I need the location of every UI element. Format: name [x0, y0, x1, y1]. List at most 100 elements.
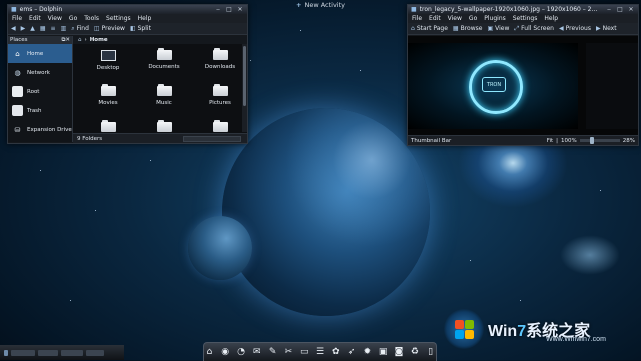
details-view-button[interactable]: ≡	[51, 25, 56, 32]
menu-edit[interactable]: Edit	[29, 15, 41, 22]
grid-icon: ▦	[39, 25, 46, 32]
minimize-icon[interactable]: ‒	[605, 6, 613, 13]
previous-label: Previous	[565, 25, 591, 32]
find-button[interactable]: ⌕ Find	[71, 25, 89, 33]
browse-button[interactable]: ▦ Browse	[453, 25, 483, 32]
full-screen-button[interactable]: ⤢ Full Screen	[514, 25, 554, 33]
star	[250, 60, 251, 61]
split-button[interactable]: ◧ Split	[130, 25, 151, 32]
menu-go[interactable]: Go	[69, 15, 77, 22]
place-network[interactable]: ◍ Network	[8, 63, 72, 82]
menu-help[interactable]: Help	[138, 15, 152, 22]
columns-view-button[interactable]: ▥	[61, 25, 67, 32]
places-header: Places ⧉ ✕	[8, 36, 72, 44]
menu-view[interactable]: View	[48, 15, 62, 22]
menu-settings[interactable]: Settings	[513, 15, 538, 22]
clock-icon[interactable]: ◔	[236, 346, 247, 358]
forward-button[interactable]: ▶	[21, 25, 26, 32]
close-icon[interactable]: ✕	[236, 6, 244, 13]
panel-close-icon[interactable]: ✕	[65, 37, 70, 43]
scrollbar-thumb[interactable]	[243, 46, 246, 106]
fit-button[interactable]: Fit	[547, 138, 553, 144]
thumbnail-bar-toggle[interactable]: Thumbnail Bar	[411, 138, 451, 144]
next-button[interactable]: ▶ Next	[596, 25, 617, 32]
home-icon: ⌂	[411, 25, 415, 32]
place-expansion-drive[interactable]: ⛁ Expansion Drive	[8, 120, 72, 139]
maximize-icon[interactable]: □	[225, 6, 233, 13]
zoom-slider[interactable]	[183, 135, 241, 142]
back-button[interactable]: ◀	[11, 25, 16, 32]
menu-plugins[interactable]: Plugins	[484, 15, 506, 22]
view-button[interactable]: ▣ View	[487, 25, 509, 32]
menu-view[interactable]: View	[448, 15, 462, 22]
bird-icon[interactable]: ➶	[346, 346, 357, 358]
menu-edit[interactable]: Edit	[429, 15, 441, 22]
maximize-icon[interactable]: □	[616, 6, 624, 13]
split-icon: ◧	[129, 25, 136, 32]
home-icon[interactable]: ⌂	[204, 346, 215, 358]
zoom-100-button[interactable]: 100%	[561, 138, 577, 144]
folder-pictures[interactable]: Pictures	[193, 84, 247, 116]
folder-partial[interactable]	[137, 120, 191, 133]
document-icon[interactable]: ▯	[425, 346, 436, 358]
tron-logo: TRON	[482, 77, 506, 92]
menu-help[interactable]: Help	[544, 15, 558, 22]
folder-desktop[interactable]: Desktop	[81, 50, 135, 80]
task-button[interactable]	[11, 349, 35, 356]
folder-app-icon: ■	[11, 6, 17, 13]
terminal-icon[interactable]: ▭	[299, 346, 310, 358]
menu-file[interactable]: File	[412, 15, 422, 22]
chat-icon[interactable]: ✎	[267, 346, 278, 358]
breadcrumb-home[interactable]: Home	[90, 37, 108, 43]
up-button[interactable]: ▲	[30, 25, 35, 32]
menu-file[interactable]: File	[12, 15, 22, 22]
folder-partial[interactable]	[81, 120, 135, 133]
task-button[interactable]	[38, 349, 58, 356]
new-activity-button[interactable]: + New Activity	[296, 0, 345, 9]
browser-icon[interactable]: ◉	[220, 346, 231, 358]
photo-icon[interactable]: ▣	[378, 346, 389, 358]
mail-icon[interactable]: ✉	[251, 346, 262, 358]
file-view[interactable]: ⌂ › Home Desktop Documents Downloads Mov…	[73, 36, 247, 133]
camera-icon[interactable]: ◙	[394, 346, 405, 358]
close-icon[interactable]: ✕	[627, 6, 635, 13]
preview-button[interactable]: ◫ Preview	[94, 25, 125, 32]
folder-icon	[156, 120, 172, 132]
vertical-scrollbar[interactable]	[242, 44, 247, 132]
search-icon: ⌕	[71, 24, 75, 32]
image-viewer[interactable]: TRON	[408, 36, 638, 136]
folder-partial[interactable]	[193, 120, 247, 133]
place-trash[interactable]: Trash	[8, 101, 72, 120]
pager-indicator[interactable]	[4, 349, 8, 356]
folder-movies[interactable]: Movies	[81, 84, 135, 116]
dolphin-window[interactable]: ■ ems – Dolphin ‒ □ ✕ File Edit View Go …	[7, 4, 248, 144]
settings-icon[interactable]: ✹	[362, 346, 373, 358]
folder-downloads[interactable]: Downloads	[193, 48, 247, 80]
view-label: View	[495, 25, 510, 32]
minimize-icon[interactable]: ‒	[214, 6, 222, 13]
place-root[interactable]: Root	[8, 82, 72, 101]
home-breadcrumb-icon[interactable]: ⌂	[78, 37, 82, 43]
gwenview-window[interactable]: ■ tron_legacy_5-wallpaper-1920x1060.jpg …	[407, 4, 639, 146]
menu-tools[interactable]: Tools	[84, 15, 99, 22]
gwenview-titlebar[interactable]: ■ tron_legacy_5-wallpaper-1920x1060.jpg …	[408, 5, 638, 14]
zoom-slider[interactable]	[579, 137, 620, 144]
star	[150, 160, 151, 161]
text-editor-icon[interactable]: ☰	[315, 346, 326, 358]
folder-music[interactable]: Music	[137, 84, 191, 116]
menu-go[interactable]: Go	[469, 15, 477, 22]
dolphin-titlebar[interactable]: ■ ems – Dolphin ‒ □ ✕	[8, 5, 247, 14]
tools-icon[interactable]: ✂	[283, 346, 294, 358]
zoom-slider-knob[interactable]	[589, 137, 594, 144]
star	[360, 70, 361, 71]
trash-icon[interactable]: ♻	[409, 346, 420, 358]
icons-view-button[interactable]: ▦	[40, 25, 46, 32]
start-page-button[interactable]: ⌂ Start Page	[411, 25, 448, 32]
place-home[interactable]: ⌂ Home	[8, 44, 72, 63]
previous-button[interactable]: ◀ Previous	[559, 25, 591, 32]
menu-settings[interactable]: Settings	[106, 15, 131, 22]
folder-documents[interactable]: Documents	[137, 48, 191, 80]
task-button[interactable]	[86, 349, 104, 356]
graphics-icon[interactable]: ✿	[330, 346, 341, 358]
task-button[interactable]	[61, 349, 83, 356]
